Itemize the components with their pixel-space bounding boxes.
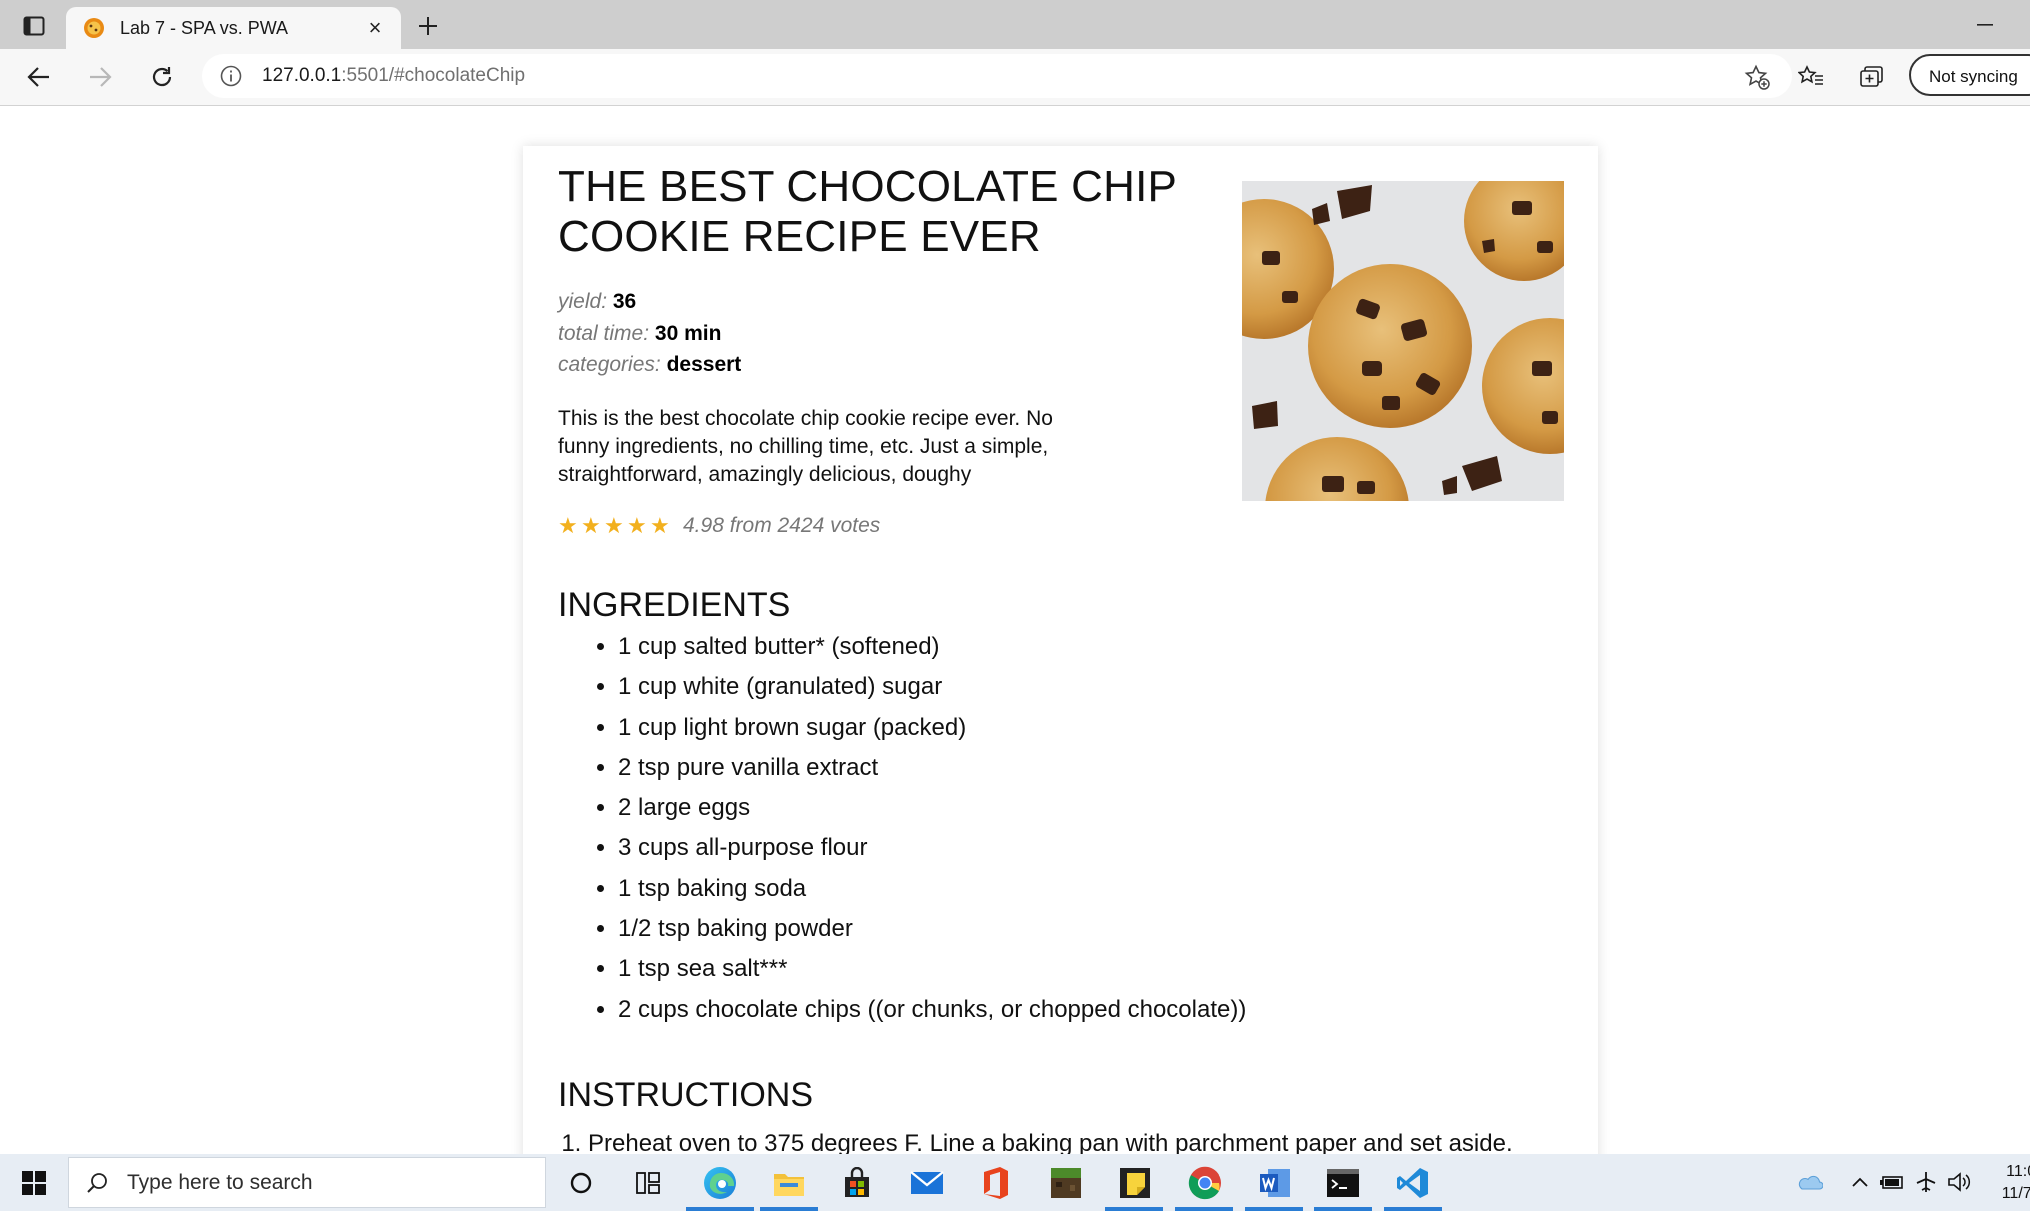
instruction-step: Preheat oven to 375 degrees F. Line a ba… bbox=[588, 1124, 1513, 1154]
cortana-icon[interactable] bbox=[560, 1162, 602, 1204]
chevron-up-icon[interactable] bbox=[1846, 1168, 1874, 1196]
word-icon[interactable] bbox=[1254, 1162, 1296, 1204]
tab-close-icon[interactable]: × bbox=[361, 14, 389, 42]
vscode-icon[interactable] bbox=[1392, 1162, 1434, 1204]
back-arrow-icon[interactable] bbox=[17, 57, 61, 97]
ingredient-item: 1 cup salted butter* (softened) bbox=[618, 627, 1246, 667]
file-explorer-icon[interactable] bbox=[768, 1162, 810, 1204]
star-icon: ★ bbox=[558, 513, 578, 538]
new-tab-plus-icon[interactable] bbox=[410, 9, 446, 43]
recipe-photo bbox=[1242, 181, 1564, 501]
minecraft-icon[interactable] bbox=[1045, 1162, 1087, 1204]
ingredient-item: 1 cup light brown sugar (packed) bbox=[618, 708, 1246, 748]
vscode-indicator bbox=[1384, 1207, 1442, 1211]
sticky-notes-indicator bbox=[1105, 1207, 1163, 1211]
microsoft-store-icon[interactable] bbox=[836, 1162, 878, 1204]
meta-categories: categories: dessert bbox=[558, 349, 741, 381]
ingredient-item: 2 large eggs bbox=[618, 788, 1246, 828]
search-placeholder: Type here to search bbox=[127, 1170, 313, 1194]
recipe-rating: ★ ★ ★ ★ ★ 4.98 from 2424 votes bbox=[558, 513, 880, 539]
rating-text: 4.98 from 2424 votes bbox=[683, 514, 881, 537]
system-clock[interactable]: 11:01 11/7/2 bbox=[1985, 1161, 2030, 1205]
add-favorite-star-icon[interactable] bbox=[1742, 62, 1772, 92]
battery-icon[interactable] bbox=[1878, 1168, 1906, 1196]
star-icon: ★ bbox=[650, 513, 670, 538]
instructions-list: Preheat oven to 375 degrees F. Line a ba… bbox=[558, 1124, 1513, 1154]
ingredient-item: 1 cup white (granulated) sugar bbox=[618, 667, 1246, 707]
tab-actions-icon[interactable] bbox=[14, 9, 54, 43]
star-icon: ★ bbox=[604, 513, 624, 538]
office-icon[interactable] bbox=[975, 1162, 1017, 1204]
taskbar: Type here to search 11: 11/7 bbox=[0, 1154, 2030, 1211]
url-text[interactable]: 127.0.0.1:5501/#chocolateChip bbox=[262, 65, 525, 87]
recipe-card: THE BEST CHOCOLATE CHIP COOKIE RECIPE EV… bbox=[523, 146, 1598, 1154]
tab-bar: Lab 7 - SPA vs. PWA × bbox=[0, 0, 2030, 49]
navigation-bar: 127.0.0.1:5501/#chocolateChip Not syncin… bbox=[0, 49, 2030, 106]
meta-label: total time: bbox=[558, 321, 650, 345]
url-path: :5501/#chocolateChip bbox=[341, 65, 526, 86]
tab-favicon-icon bbox=[82, 16, 106, 40]
star-icon: ★ bbox=[581, 513, 601, 538]
ingredients-list: 1 cup salted butter* (softened) 1 cup wh… bbox=[558, 627, 1246, 1030]
edge-browser-icon[interactable] bbox=[699, 1162, 741, 1204]
clock-time: 11:01 bbox=[2006, 1163, 2030, 1180]
meta-label: yield: bbox=[558, 290, 608, 313]
meta-yield: yield: 36 bbox=[558, 286, 741, 318]
clock-date: 11/7/2 bbox=[2001, 1185, 2030, 1202]
collections-icon[interactable] bbox=[1850, 57, 1894, 97]
mail-icon[interactable] bbox=[906, 1162, 948, 1204]
explorer-indicator bbox=[760, 1207, 818, 1211]
terminal-icon[interactable] bbox=[1322, 1162, 1364, 1204]
forward-arrow-icon[interactable] bbox=[78, 57, 122, 97]
meta-value: 36 bbox=[612, 290, 637, 313]
task-view-icon[interactable] bbox=[627, 1162, 669, 1204]
edge-active-indicator bbox=[686, 1207, 754, 1211]
windows-start-icon[interactable] bbox=[12, 1164, 56, 1202]
volume-icon[interactable] bbox=[1945, 1168, 1973, 1196]
site-info-icon[interactable] bbox=[218, 63, 244, 89]
recipe-meta: yield: 36 total time: 30 min categories:… bbox=[558, 286, 741, 381]
ingredient-item: 1 tsp sea salt*** bbox=[618, 949, 1246, 989]
profile-sync-button[interactable]: Not syncing bbox=[1909, 54, 2030, 96]
star-icon: ★ bbox=[627, 513, 647, 538]
onedrive-cloud-icon[interactable] bbox=[1795, 1168, 1823, 1196]
ingredient-item: 3 cups all-purpose flour bbox=[618, 828, 1246, 868]
recipe-title: THE BEST CHOCOLATE CHIP COOKIE RECIPE EV… bbox=[558, 162, 1177, 261]
meta-total-time: total time: 30 min bbox=[558, 318, 741, 350]
meta-value: 30 min bbox=[654, 321, 722, 345]
chrome-indicator bbox=[1175, 1207, 1233, 1211]
search-icon bbox=[85, 1171, 109, 1195]
chrome-icon[interactable] bbox=[1184, 1162, 1226, 1204]
airplane-mode-icon[interactable] bbox=[1912, 1168, 1940, 1196]
ingredient-item: 2 cups chocolate chips ((or chunks, or c… bbox=[618, 990, 1246, 1030]
sticky-notes-icon[interactable] bbox=[1114, 1162, 1156, 1204]
address-bar[interactable]: 127.0.0.1:5501/#chocolateChip bbox=[202, 54, 1792, 98]
meta-value: dessert bbox=[666, 353, 742, 376]
meta-label: categories: bbox=[558, 353, 661, 376]
terminal-indicator bbox=[1314, 1207, 1372, 1211]
minimize-window-icon[interactable] bbox=[1960, 8, 2010, 42]
ingredient-item: 1 tsp baking soda bbox=[618, 869, 1246, 909]
rating-stars: ★ ★ ★ ★ ★ bbox=[558, 513, 673, 539]
recipe-description: This is the best chocolate chip cookie r… bbox=[558, 407, 1053, 486]
refresh-icon[interactable] bbox=[140, 57, 184, 97]
url-host: 127.0.0.1 bbox=[262, 65, 342, 86]
ingredients-heading: INGREDIENTS bbox=[558, 586, 791, 624]
tab-active[interactable]: Lab 7 - SPA vs. PWA × bbox=[66, 7, 401, 49]
taskbar-search-box[interactable]: Type here to search bbox=[68, 1157, 546, 1208]
instructions-heading: INSTRUCTIONS bbox=[558, 1076, 813, 1114]
ingredient-item: 1/2 tsp baking powder bbox=[618, 909, 1246, 949]
ingredient-item: 2 tsp pure vanilla extract bbox=[618, 748, 1246, 788]
page-viewport[interactable]: THE BEST CHOCOLATE CHIP COOKIE RECIPE EV… bbox=[0, 106, 2030, 1154]
tab-title: Lab 7 - SPA vs. PWA bbox=[120, 17, 289, 38]
favorites-star-icon[interactable] bbox=[1789, 57, 1833, 97]
word-indicator bbox=[1245, 1207, 1303, 1211]
